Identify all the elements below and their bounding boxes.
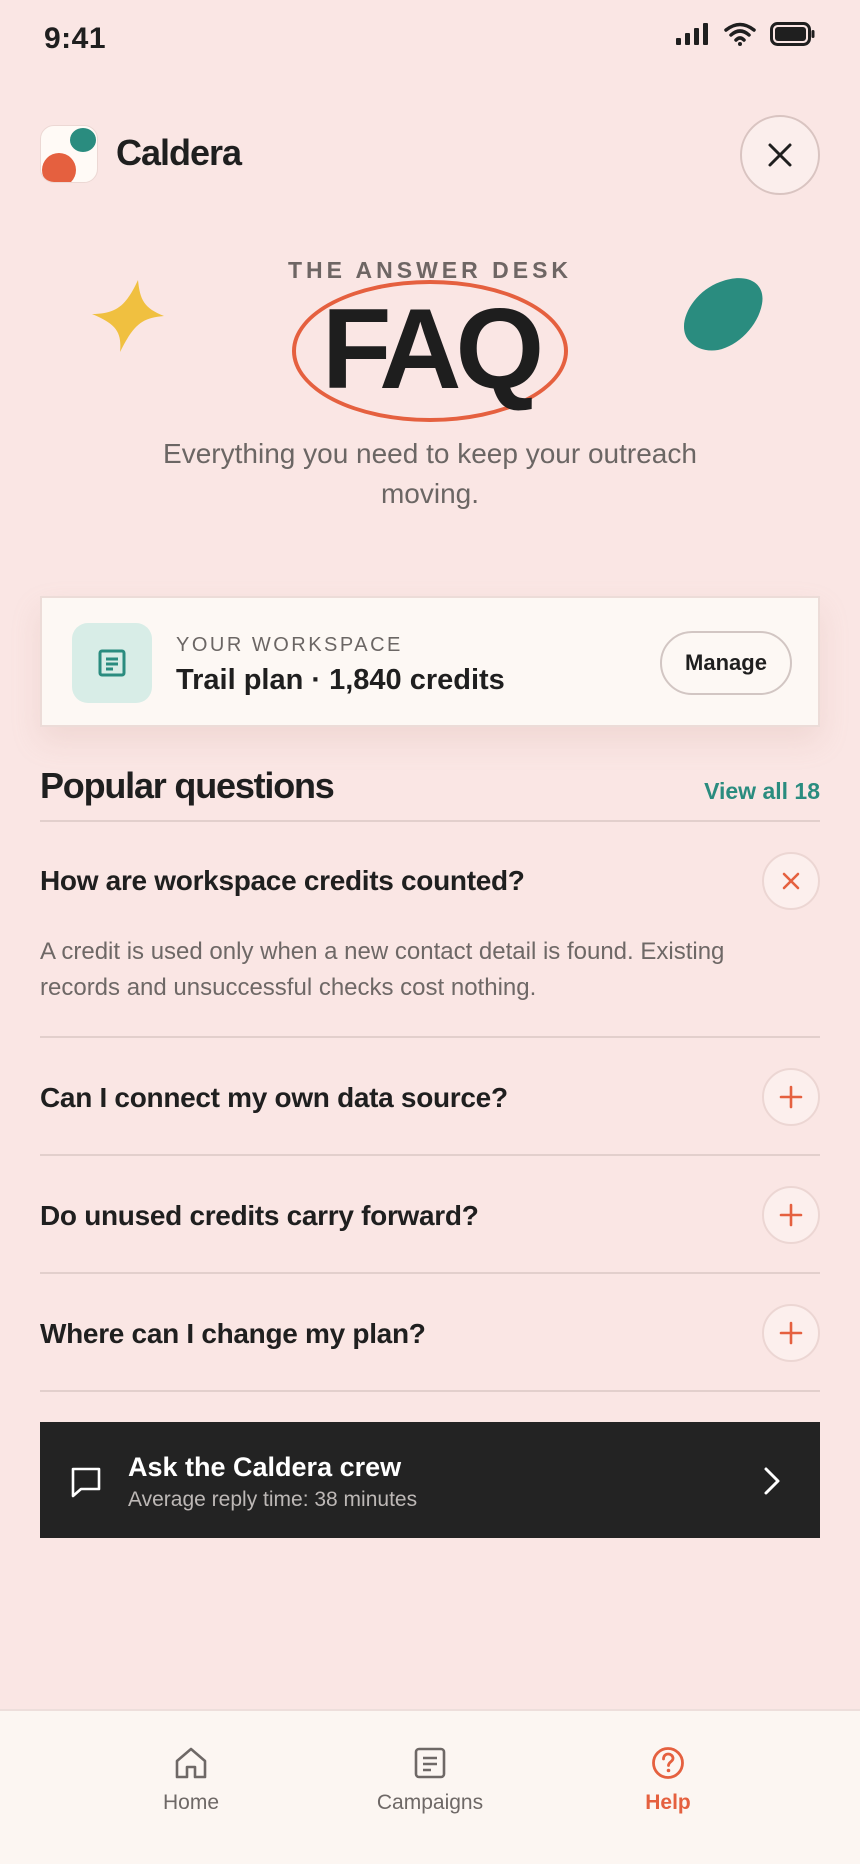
status-time: 9:41 <box>44 22 107 55</box>
workspace-label: YOUR WORKSPACE <box>176 634 403 656</box>
close-button[interactable] <box>740 115 820 195</box>
manage-button[interactable]: Manage <box>660 631 792 695</box>
plus-icon <box>779 1203 803 1227</box>
plus-icon <box>779 1085 803 1109</box>
tab-label: Help <box>645 1791 691 1814</box>
workspace-icon-tile <box>72 623 152 703</box>
tab-help[interactable]: Help <box>593 1711 743 1864</box>
page-title: FAQ <box>321 286 544 413</box>
crew-title: Ask the Caldera crew <box>128 1452 402 1482</box>
help-icon <box>652 1747 684 1779</box>
expand-button[interactable] <box>762 1068 820 1126</box>
document-icon <box>98 649 126 677</box>
expand-button[interactable] <box>762 1304 820 1362</box>
tab-label: Home <box>162 1791 220 1814</box>
wifi-icon <box>724 22 756 46</box>
workspace-value: Trail plan · 1,840 credits <box>176 664 505 696</box>
divider <box>40 1272 820 1274</box>
workspace-card: YOUR WORKSPACE Trail plan · 1,840 credit… <box>40 596 820 727</box>
divider <box>40 820 820 822</box>
chat-icon <box>71 1467 101 1498</box>
close-icon <box>768 143 792 167</box>
ask-crew-button[interactable]: Ask the Caldera crew Average reply time:… <box>40 1422 820 1538</box>
faq-question[interactable]: Can I connect my own data source? <box>40 1082 508 1114</box>
campaigns-icon <box>414 1747 446 1779</box>
signal-icon <box>676 23 708 45</box>
plus-icon <box>779 1321 803 1345</box>
brand-name: Caldera <box>116 132 242 173</box>
tab-label: Campaigns <box>376 1791 484 1814</box>
expand-button[interactable] <box>762 1186 820 1244</box>
chevron-right-icon <box>764 1467 780 1495</box>
crew-subtitle: Average reply time: 38 minutes <box>128 1488 418 1511</box>
divider <box>40 1036 820 1038</box>
tab-home[interactable]: Home <box>116 1711 266 1864</box>
app-logo <box>40 125 98 183</box>
status-icons <box>676 22 816 46</box>
collapse-button[interactable] <box>762 852 820 910</box>
home-icon <box>175 1747 207 1779</box>
battery-icon <box>770 22 815 46</box>
divider <box>40 1154 820 1156</box>
divider <box>40 1390 820 1392</box>
close-icon <box>782 872 800 890</box>
faq-question[interactable]: Do unused credits carry forward? <box>40 1200 479 1232</box>
view-all-link[interactable]: View all 18 <box>704 778 820 805</box>
faq-question[interactable]: Where can I change my plan? <box>40 1318 426 1350</box>
faq-question[interactable]: How are workspace credits counted? <box>40 865 525 897</box>
tab-bar: Home Campaigns Help <box>0 1709 860 1864</box>
tab-campaigns[interactable]: Campaigns <box>355 1711 505 1864</box>
section-title: Popular questions <box>40 765 335 806</box>
hero-subtitle: Everything you need to keep your outreac… <box>163 438 697 509</box>
faq-answer: A credit is used only when a new contact… <box>40 938 725 1001</box>
